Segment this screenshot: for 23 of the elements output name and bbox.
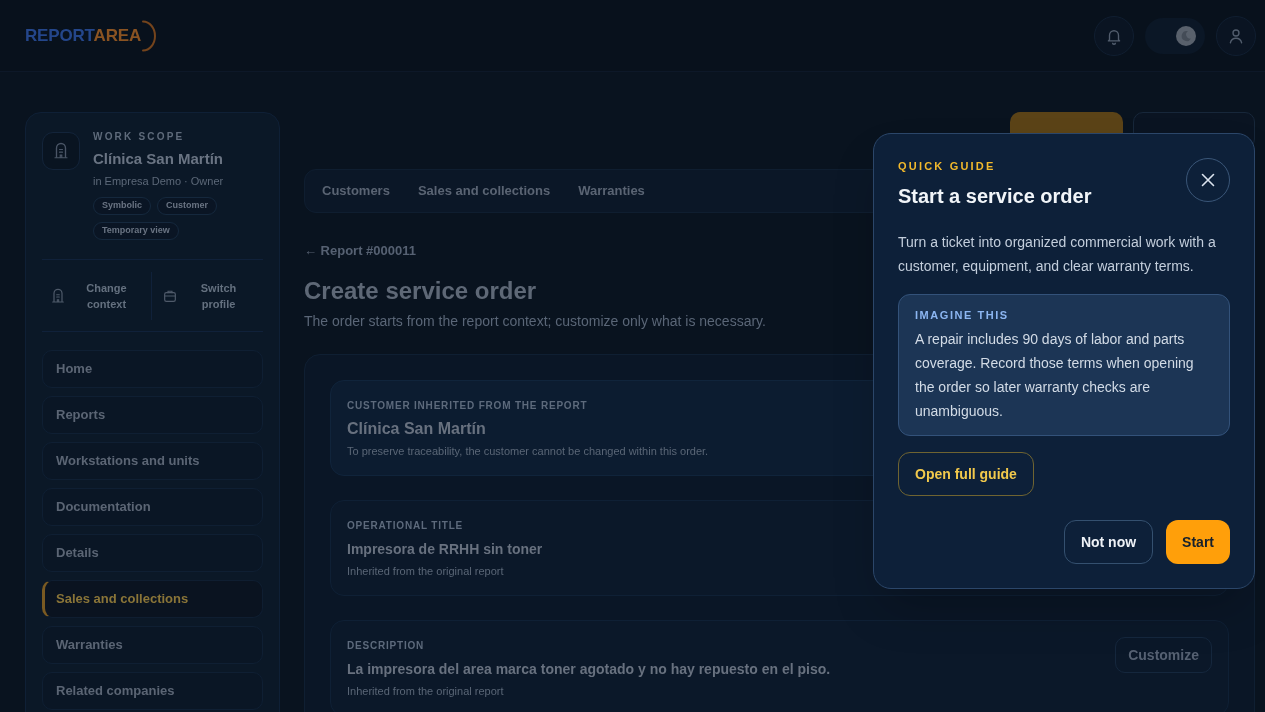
callout-label: IMAGINE THIS	[915, 308, 1010, 323]
field-note: To preserve traceability, the customer cannot be changed within this order.	[347, 444, 709, 459]
field-label: DESCRIPTION	[347, 639, 425, 653]
guide-text: Turn a ticket into organized commercial work with a customer, equipment, and clear warranty terms.	[898, 233, 1217, 276]
scope-meta: in Empresa Demo · Owner	[93, 174, 224, 189]
tag: Temporary view	[93, 222, 179, 240]
callout-text: A repair includes 90 days of labor and parts coverage. Record those terms when opening the order so later warranty checks are unambiguous.	[915, 330, 1195, 421]
tag: Customer	[157, 197, 218, 215]
field-value: Clínica San Martín	[347, 419, 486, 439]
field-note: Inherited from the original report	[347, 684, 504, 699]
page-title: Create service order	[304, 276, 537, 306]
guide-eyebrow: QUICK GUIDE	[898, 159, 996, 174]
field-note: Inherited from the original report	[347, 564, 504, 579]
logo-wordmark: REPORTAREA	[25, 25, 142, 46]
guide-title: Start a service order	[898, 184, 1092, 209]
field-label: CUSTOMER INHERITED FROM THE REPORT	[347, 399, 588, 413]
field-value: La impresora del area marca toner agotado y no hay repuesto en el piso.	[347, 660, 831, 679]
tag: Symbolic	[93, 197, 151, 215]
page-subtitle: The order starts from the report context; customize only what is necessary.	[304, 312, 766, 330]
field-label: OPERATIONAL TITLE	[347, 519, 463, 533]
section-label: WORK SCOPE	[93, 130, 185, 144]
field-value: Impresora de RRHH sin toner	[347, 540, 543, 559]
scope-name: Clínica San Martín	[93, 149, 224, 169]
